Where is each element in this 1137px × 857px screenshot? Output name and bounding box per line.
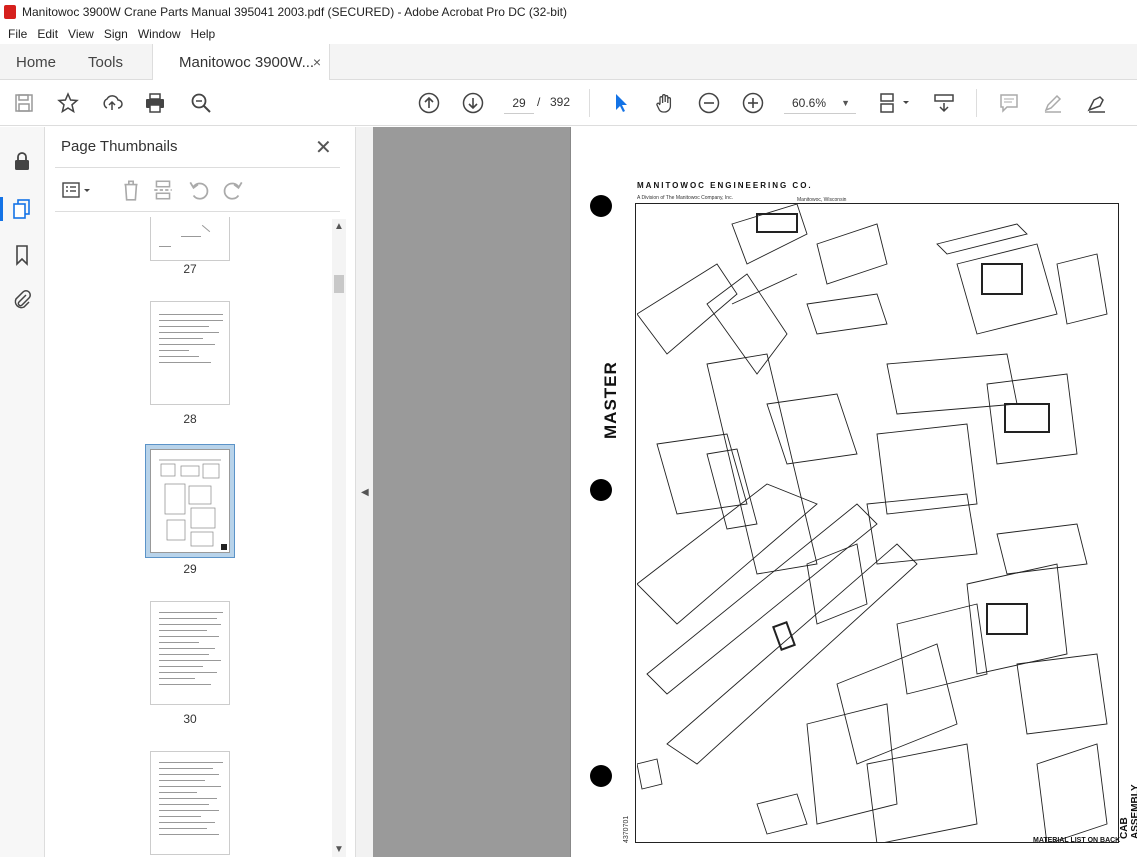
tab-home[interactable]: Home <box>16 44 56 80</box>
tab-bar: Home Tools Manitowoc 3900W... × <box>0 44 1137 81</box>
prev-page-icon[interactable] <box>417 91 441 115</box>
page-thumbnail-28[interactable] <box>150 301 230 405</box>
drawing-caption: CAB ASSEMBLY <box>1119 784 1137 839</box>
page-thumbnail-31[interactable] <box>150 751 230 855</box>
cab-assembly-drawing <box>637 204 1108 842</box>
page-total: 392 <box>550 95 571 109</box>
drawing-footer: MATERIAL LIST ON BACK <box>1033 837 1121 844</box>
pdf-page: MANITOWOC ENGINEERING CO. A Division of … <box>570 127 1137 857</box>
extract-page-icon[interactable] <box>151 178 175 202</box>
panel-collapse-bar[interactable]: ◀ <box>355 127 373 857</box>
chevron-down-icon: ▼ <box>841 98 850 108</box>
rail-active-indicator <box>0 197 3 221</box>
highlight-icon[interactable] <box>1041 91 1065 115</box>
window-title: Manitowoc 3900W Crane Parts Manual 39504… <box>22 5 567 19</box>
thumbnail-label: 27 <box>183 262 197 276</box>
zoom-select[interactable]: 60.6% ▼ <box>784 92 856 114</box>
zoom-out-icon[interactable] <box>697 91 721 115</box>
rotate-left-icon[interactable] <box>187 178 211 202</box>
attachment-icon[interactable] <box>10 287 34 311</box>
collapse-left-icon[interactable]: ◀ <box>361 487 369 498</box>
acrobat-app-icon <box>4 5 16 19</box>
thumbnail-label: 28 <box>183 412 197 426</box>
scroll-mode-icon[interactable] <box>932 91 956 115</box>
panel-divider <box>55 167 340 168</box>
zoom-value: 60.6% <box>792 96 827 110</box>
find-icon[interactable] <box>189 91 213 115</box>
title-bar: Manitowoc 3900W Crane Parts Manual 39504… <box>0 0 1137 24</box>
sign-icon[interactable] <box>1085 91 1109 115</box>
panel-divider-2 <box>55 211 340 212</box>
delete-page-icon[interactable] <box>119 178 143 202</box>
lock-icon[interactable] <box>10 149 34 173</box>
document-view[interactable]: MANITOWOC ENGINEERING CO. A Division of … <box>373 127 1137 857</box>
zoom-in-icon[interactable] <box>741 91 765 115</box>
thumbnail-list: 27 28 29 30 <box>45 217 335 857</box>
binder-hole <box>590 195 612 217</box>
binder-hole <box>590 479 612 501</box>
menu-help[interactable]: Help <box>191 27 216 41</box>
binder-hole <box>590 765 612 787</box>
menu-edit[interactable]: Edit <box>37 27 58 41</box>
thumbnail-scrollbar[interactable]: ▲ ▼ <box>332 219 346 857</box>
toolbar-divider-2 <box>976 89 977 117</box>
page-thumbnail-29[interactable] <box>145 444 235 558</box>
menu-view[interactable]: View <box>68 27 94 41</box>
main-toolbar: 29 / 392 60.6% ▼ <box>0 80 1137 126</box>
menu-bar: File Edit View Sign Window Help <box>0 24 1137 44</box>
page-thumbnail-30[interactable] <box>150 601 230 705</box>
page-thumbnail-27[interactable] <box>150 217 230 261</box>
thumbnail-tools <box>55 174 340 206</box>
comment-icon[interactable] <box>997 91 1021 115</box>
bookmark-star-icon[interactable] <box>56 91 80 115</box>
tab-document-label: Manitowoc 3900W... <box>179 54 315 71</box>
menu-sign[interactable]: Sign <box>104 27 128 41</box>
page-separator: / <box>537 95 541 109</box>
menu-window[interactable]: Window <box>138 27 181 41</box>
select-cursor-icon[interactable] <box>609 91 633 115</box>
print-icon[interactable] <box>143 91 167 115</box>
bookmark-icon[interactable] <box>10 243 34 267</box>
thumbnail-image <box>150 449 230 553</box>
save-icon[interactable] <box>12 91 36 115</box>
left-rail <box>0 127 45 857</box>
document-heading: MANITOWOC ENGINEERING CO. <box>637 181 813 190</box>
document-subheading: A Division of The Manitowoc Company, Inc… <box>637 195 733 201</box>
tab-document[interactable]: Manitowoc 3900W... × <box>152 44 330 81</box>
page-display-icon[interactable] <box>877 91 913 115</box>
menu-file[interactable]: File <box>8 27 27 41</box>
page-thumbnails-icon[interactable] <box>10 197 34 221</box>
master-stamp: MASTER <box>601 361 620 439</box>
scrollbar-thumb[interactable] <box>334 275 344 293</box>
scroll-down-icon[interactable]: ▼ <box>334 844 344 855</box>
thumbnail-label: 30 <box>183 712 197 726</box>
thumbnail-options-icon[interactable] <box>59 178 95 202</box>
hand-icon[interactable] <box>653 91 677 115</box>
tab-tools[interactable]: Tools <box>88 44 123 80</box>
panel-title: Page Thumbnails <box>61 138 178 155</box>
close-icon[interactable]: ✕ <box>315 135 332 160</box>
page-thumbnails-panel: Page Thumbnails ✕ 27 28 29 30 ▲ ▼ <box>45 127 355 857</box>
share-upload-icon[interactable] <box>100 91 124 115</box>
rotate-right-icon[interactable] <box>221 178 245 202</box>
thumbnail-label: 29 <box>183 562 197 576</box>
tab-close-icon[interactable]: × <box>313 54 321 70</box>
drawing-number: 4370701 <box>623 815 630 843</box>
page-number-input[interactable]: 29 <box>504 92 534 114</box>
toolbar-divider <box>589 89 590 117</box>
next-page-icon[interactable] <box>461 91 485 115</box>
scroll-up-icon[interactable]: ▲ <box>334 221 344 232</box>
